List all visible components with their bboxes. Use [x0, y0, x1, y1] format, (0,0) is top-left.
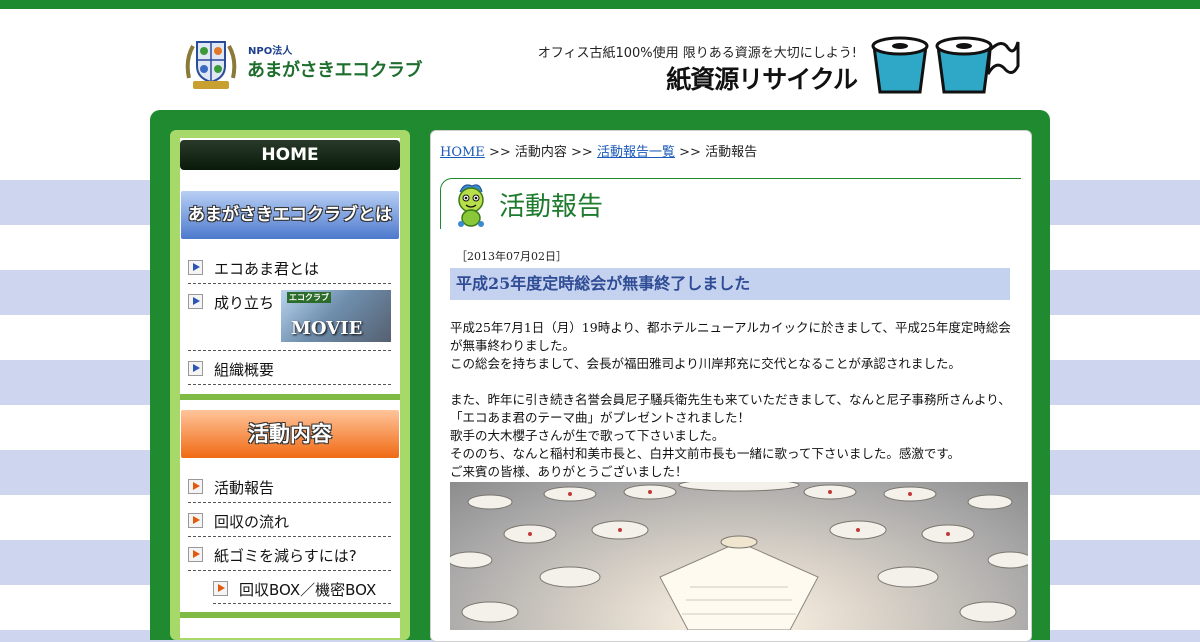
article-paragraph: この総会を持ちまして、会長が福田雅司より川岸邦充に交代となることが承認されました…: [450, 356, 961, 371]
article-paragraph: 歌手の大木櫻子さんが生で歌って下さいました。: [450, 428, 725, 443]
article-paragraph: そののち、なんと稲村和美市長と、白井文前市長も一緒に歌って下さいました。感激です…: [450, 446, 961, 461]
sidebar-item-organization[interactable]: 組織概要: [188, 357, 391, 385]
sidebar-item-flow[interactable]: 回収の流れ: [188, 509, 391, 537]
breadcrumb: HOME >> 活動内容 >> 活動報告一覧 >> 活動報告: [440, 141, 757, 160]
movie-label: MOVIE: [291, 318, 363, 339]
article-date: ［2013年07月02日］: [456, 250, 567, 263]
sidebar-item-label: エコあま君とは: [214, 260, 320, 278]
breadcrumb-separator: >>: [571, 145, 593, 160]
sidebar-item-label: 紙ゴミを減らすには?: [214, 547, 357, 565]
article-title: 平成25年度定時総会が無事終了しました: [450, 268, 1010, 300]
sidebar-item-label: 回収の流れ: [214, 513, 290, 531]
sidebar-item-boxes[interactable]: 回収BOX／機密BOX: [213, 577, 391, 604]
page-title: 活動報告: [499, 192, 604, 222]
breadcrumb-home-link[interactable]: HOME: [440, 145, 485, 160]
site-logo[interactable]: NPO法人 あまがさきエコクラブ: [183, 36, 423, 94]
sidebar-item-label: 回収BOX／機密BOX: [239, 581, 377, 599]
sidebar-divider: [180, 612, 400, 618]
banner-tagline: オフィス古紙100%使用 限りある資源を大切にしよう!: [537, 46, 857, 61]
arrow-right-icon: [188, 479, 203, 494]
home-button[interactable]: HOME: [180, 140, 400, 170]
arrow-right-icon: [188, 361, 203, 376]
banner-title: 紙資源リサイクル: [666, 65, 858, 94]
article-body: 平成25年7月1日（月）19時より、都ホテルニューアルカイックに於きまして、平成…: [450, 319, 1015, 481]
arrow-right-icon: [188, 547, 203, 562]
recycle-banner: オフィス古紙100%使用 限りある資源を大切にしよう! 紙資源リサイクル: [538, 36, 1020, 98]
movie-tag: エコクラブ: [287, 292, 331, 303]
breadcrumb-separator: >>: [679, 145, 701, 160]
sidebar-item-reports[interactable]: 活動報告: [188, 475, 391, 503]
article-paragraph: ご来賓の皆様、ありがとうございました！: [450, 464, 688, 479]
logo-npo-label: NPO法人: [248, 46, 293, 57]
article-paragraph: 平成25年7月1日（月）19時より、都ホテルニューアルカイックに於きまして、平成…: [450, 320, 1011, 353]
sidebar-divider: [180, 394, 400, 400]
movie-thumbnail[interactable]: エコクラブ MOVIE: [281, 290, 391, 342]
arrow-right-icon: [188, 513, 203, 528]
event-hall-photo: [450, 482, 1028, 630]
nav-section-activities[interactable]: 活動内容: [181, 410, 399, 458]
breadcrumb-list-link[interactable]: 活動報告一覧: [597, 145, 675, 160]
logo-club-name: あまがさきエコクラブ: [247, 60, 423, 81]
breadcrumb-separator: >>: [488, 145, 511, 160]
article-paragraph: また、昨年に引き続き名誉会員尼子騒兵衛先生も来ていただきまして、なんと尼子事務所…: [450, 392, 1011, 425]
mascot-icon: [458, 184, 484, 227]
breadcrumb-activities: 活動内容: [514, 145, 567, 160]
arrow-right-icon: [188, 294, 203, 309]
chandelier-ceiling-image: [450, 482, 1028, 630]
top-accent-bar: [0, 0, 1200, 9]
arrow-right-icon: [213, 581, 228, 596]
sidebar-item-reduce[interactable]: 紙ゴミを減らすには?: [188, 543, 391, 571]
sidebar-item-label: 成り立ち: [214, 294, 275, 312]
arrow-right-icon: [188, 260, 203, 275]
sidebar-item-label: 活動報告: [214, 479, 275, 497]
nav-section-about[interactable]: あまがさきエコクラブとは: [181, 191, 399, 239]
sidebar-item-label: 組織概要: [214, 361, 275, 379]
club-emblem-icon: [185, 41, 237, 89]
toilet-paper-rolls-icon: [871, 36, 1020, 94]
sidebar-item-ecoama[interactable]: エコあま君とは: [188, 256, 391, 284]
breadcrumb-current: 活動報告: [705, 145, 758, 160]
